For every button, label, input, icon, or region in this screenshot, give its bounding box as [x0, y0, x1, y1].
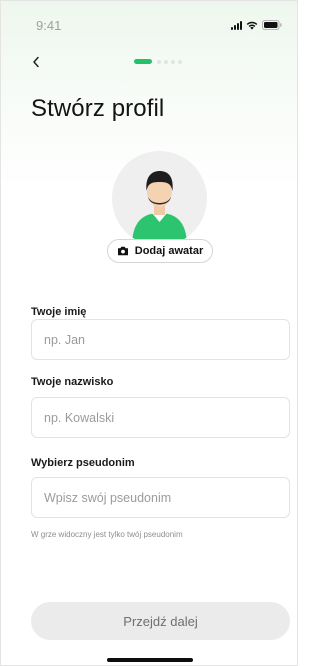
first-name-field[interactable]: [31, 319, 290, 360]
first-name-label: Twoje imię: [31, 306, 87, 318]
progress-step-4: [171, 59, 175, 64]
nickname-field[interactable]: [31, 477, 290, 518]
last-name-field[interactable]: [31, 397, 290, 438]
status-icons: [231, 20, 282, 30]
status-time: 9:41: [36, 18, 62, 33]
create-profile-screen: 9:41 Stwórz profil Dodaj awatar Twoje im…: [0, 0, 298, 666]
back-button[interactable]: [28, 54, 44, 70]
progress-step-5: [178, 59, 182, 64]
progress-step-2: [157, 59, 161, 64]
nickname-label: Wybierz pseudonim: [31, 457, 135, 469]
user-avatar-icon: [132, 171, 187, 246]
chevron-left-icon: [33, 56, 39, 68]
progress-step-3: [164, 59, 168, 64]
add-avatar-label: Dodaj awatar: [134, 245, 204, 257]
add-avatar-button[interactable]: Dodaj awatar: [107, 239, 213, 263]
page-title: Stwórz profil: [31, 95, 165, 122]
home-indicator: [107, 658, 193, 662]
nickname-hint: W grze widoczny jest tylko twój pseudoni…: [31, 530, 183, 539]
last-name-label: Twoje nazwisko: [31, 376, 114, 388]
signal-icon: [231, 20, 242, 30]
progress-indicator: [134, 59, 182, 64]
battery-icon: [262, 20, 282, 30]
camera-icon: [117, 246, 128, 256]
progress-step-1: [134, 59, 152, 64]
wifi-icon: [246, 21, 258, 30]
next-button-label: Przejdź dalej: [123, 613, 198, 629]
avatar[interactable]: [112, 151, 207, 246]
next-button[interactable]: Przejdź dalej: [31, 602, 290, 640]
